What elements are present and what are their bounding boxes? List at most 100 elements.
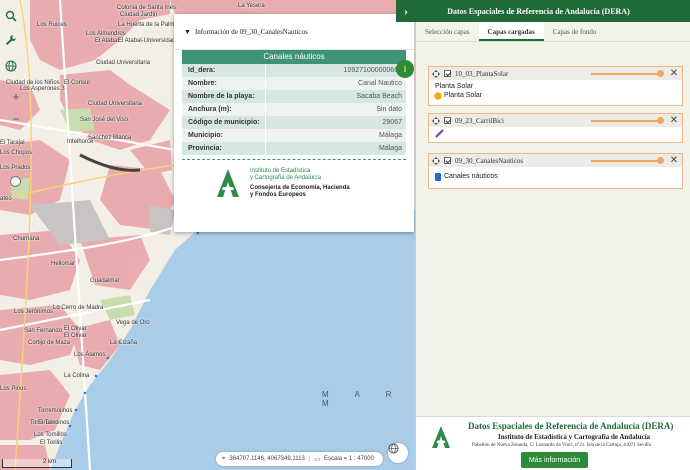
drag-handle-icon[interactable] [432, 69, 440, 78]
map-label: El Olivar [64, 333, 87, 339]
info-table-title: Canales náuticos [182, 50, 406, 64]
map-label: El Atabal-Universidad [118, 38, 176, 44]
layer-card: 09_23_CarrilBici ✕ [428, 113, 683, 143]
info-toggle-icon[interactable]: i [396, 60, 414, 78]
map-label: El Torro [38, 420, 59, 426]
map-label: Los Ruices [37, 22, 67, 28]
map-label: Los Tomillos [34, 432, 67, 438]
map-label: El Tarajal [0, 140, 25, 146]
remove-layer-icon[interactable]: ✕ [669, 155, 679, 166]
info-row: Provincia: Málaga [182, 142, 406, 155]
info-key: Código de municipio: [182, 116, 266, 129]
globe-icon [388, 443, 399, 454]
map-label: Los Álamos [74, 352, 106, 358]
info-key: Nombre de la playa: [182, 90, 266, 103]
info-key: Municipio: [182, 129, 266, 142]
info-key: Id_dera: [182, 64, 266, 77]
info-value: Sin dato [376, 106, 402, 113]
collapse-triangle-icon[interactable]: ▼ [184, 28, 191, 36]
basemap-globe-button[interactable] [388, 443, 408, 463]
opacity-slider[interactable] [591, 116, 664, 124]
info-value: Canal Nautico [358, 80, 402, 87]
cursor-icon: ⌖ [222, 455, 226, 462]
wrench-icon[interactable] [5, 34, 25, 54]
info-table: Canales náuticos Id_dera: 10927100000066… [182, 50, 406, 155]
coordinates-readout: 364707.1146, 4067349.1113 [229, 456, 305, 462]
tab-capas-cargadas[interactable]: Capas cargadas [478, 22, 544, 41]
zoom-out-icon[interactable]: − [12, 112, 19, 126]
scale-bar: 2 km [2, 459, 72, 468]
panel-tabs: Selección capas Capas cargadas Capas de … [416, 22, 690, 42]
map-label: Los Asperones 3 [20, 86, 65, 92]
map-label: La Colina [64, 373, 90, 379]
map-label: San José del Viso [80, 117, 128, 123]
legend-item: Planta Solar [435, 82, 676, 91]
info-row: Anchura (m): Sin dato [182, 103, 406, 116]
tab-seleccion-capas[interactable]: Selección capas [416, 22, 479, 41]
search-icon[interactable] [5, 10, 25, 30]
map-label: Ciudad Jardín [120, 12, 158, 18]
map-label: ateo [0, 196, 12, 202]
map-label: La Huerta de la Palma [118, 22, 178, 28]
layer-visibility-checkbox[interactable] [444, 117, 451, 124]
layer-card: 10_03_PlantaSolar ✕ Planta Solar Planta … [428, 66, 683, 106]
map-label: Los Almendros [86, 31, 126, 37]
map-label: La Cizaña [110, 340, 138, 346]
drag-handle-icon[interactable] [432, 156, 440, 165]
panel-header: › Datos Espaciales de Referencia de Anda… [396, 0, 690, 22]
map-label: Sánchez Blanca [88, 135, 132, 141]
map-label: El Torilis [40, 440, 63, 446]
opacity-slider[interactable] [591, 156, 664, 164]
ieca-line: Instituto de Estadística [250, 168, 311, 174]
ieca-line: y Cartografía de Andalucía [250, 175, 322, 181]
zoom-control: + − [8, 90, 24, 126]
legend-item: Planta Solar [435, 91, 676, 100]
zoom-slider-handle[interactable] [10, 176, 21, 187]
map-label: Guadalmar [90, 278, 120, 284]
info-value: 29067 [382, 119, 402, 126]
map-label: Ciudad Universitaria [88, 101, 143, 107]
layer-header: 10_03_PlantaSolar ✕ [429, 67, 682, 80]
brand-footer: Datos Espaciales de Referencia de Andalu… [416, 416, 690, 470]
info-header-text: Información de 09_30_CanalesNauticos [194, 27, 308, 36]
map-label: Torremolinos [38, 408, 73, 414]
map-label: Churriana [13, 236, 40, 242]
globe-icon[interactable] [5, 60, 25, 80]
ieca-footer: Instituto de Estadística y Cartografía d… [174, 160, 414, 199]
map-label: Heliomar [51, 261, 76, 267]
junta-logo-icon [432, 426, 450, 448]
opacity-slider[interactable] [591, 69, 664, 77]
ieca-logo-icon [217, 169, 239, 197]
zoom-in-icon[interactable]: + [12, 90, 19, 104]
sun-icon [435, 92, 441, 99]
brand-title: Datos Espaciales de Referencia de Andalu… [468, 421, 674, 431]
sea-label: M A R M [322, 390, 404, 408]
info-row: Código de municipio: 29067 [182, 116, 406, 129]
ieca-text: Instituto de Estadística y Cartografía d… [250, 168, 350, 199]
legend-label: Canales náuticos [444, 173, 498, 180]
layers-panel: › Datos Espaciales de Referencia de Anda… [396, 0, 690, 470]
map-label: Intelhorce [67, 139, 94, 145]
layer-legend [429, 127, 682, 142]
feature-info-popup: ▼ Información de 09_30_CanalesNauticos C… [174, 14, 414, 232]
drag-handle-icon[interactable] [432, 116, 440, 125]
layer-visibility-checkbox[interactable] [444, 70, 451, 77]
panel-title: Datos Espaciales de Referencia de Andalu… [447, 6, 630, 16]
collapse-chevron-icon[interactable]: › [396, 4, 416, 19]
info-header[interactable]: ▼ Información de 09_30_CanalesNauticos [174, 14, 414, 50]
brand-subtitle: Instituto de Estadística y Cartografía d… [498, 433, 651, 441]
layer-visibility-checkbox[interactable] [444, 157, 451, 164]
info-value: Málaga [379, 145, 402, 152]
remove-layer-icon[interactable]: ✕ [669, 115, 679, 126]
remove-layer-icon[interactable]: ✕ [669, 68, 679, 79]
legend-label: Planta Solar [435, 83, 474, 90]
separator: | [308, 456, 311, 462]
map-label: Vega de Oro [116, 320, 150, 326]
info-row: Nombre de la playa: Sacaba Beach [182, 90, 406, 103]
more-info-button[interactable]: Más información [521, 452, 588, 468]
info-value: 109271000000660 [343, 67, 402, 74]
map-label: Lo Cerro de Madra [53, 305, 104, 311]
tab-capas-de-fondo[interactable]: Capas de fondo [544, 22, 606, 41]
ruler-icon: ▭ [314, 456, 321, 463]
info-key: Anchura (m): [182, 103, 266, 116]
